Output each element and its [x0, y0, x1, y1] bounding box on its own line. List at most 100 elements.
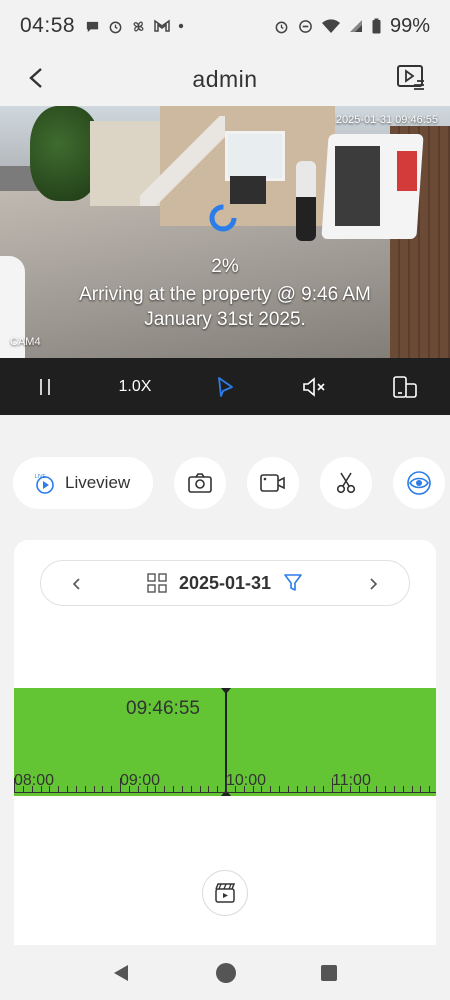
svg-text:LIVE: LIVE	[35, 474, 47, 480]
loading-spinner-icon	[209, 204, 237, 232]
zoom-button[interactable]: 1.0X	[115, 370, 155, 404]
timeline-tick	[173, 786, 174, 792]
timeline-tick	[385, 786, 386, 792]
chat-icon	[86, 21, 99, 32]
timeline-tick	[287, 786, 289, 792]
zoom-level: 1.0X	[118, 377, 152, 395]
liveview-button[interactable]: LIVE Liveview	[13, 456, 153, 509]
app-header: admin	[0, 52, 450, 106]
video-caption-line1: Arriving at the property @ 9:46 AM	[79, 284, 371, 305]
timeline-hour-label: 09:00	[120, 772, 161, 789]
mute-button[interactable]	[295, 370, 335, 404]
timeline-tick	[75, 786, 77, 792]
date-selector[interactable]: 2025-01-31	[40, 560, 410, 606]
back-nav-icon[interactable]	[112, 963, 132, 983]
status-time: 04:58	[20, 14, 76, 37]
camera-icon	[188, 472, 212, 493]
timeline[interactable]: 09:46:55 08:00 09:00 10:00 11:00	[14, 688, 436, 796]
timeline-tick	[67, 786, 68, 792]
timeline-hour-label: 11:00	[332, 772, 371, 789]
back-button[interactable]	[22, 64, 50, 92]
alarm-icon	[109, 21, 122, 33]
timeline-tick	[58, 786, 60, 792]
chevron-left-icon	[29, 68, 42, 88]
timeline-tick	[93, 786, 95, 792]
video-caption-line2: January 31st 2025.	[144, 309, 306, 330]
video-timestamp: 2025-01-31 09:46:55	[335, 114, 438, 126]
timeline-tick	[393, 786, 395, 792]
timeline-tick	[164, 786, 166, 792]
rotate-screen-button[interactable]	[385, 370, 425, 404]
record-button[interactable]	[247, 456, 299, 509]
playback-controls: 1.0X	[0, 358, 450, 415]
fan-icon	[133, 21, 144, 31]
timeline-tick	[402, 786, 404, 792]
timeline-tick	[102, 786, 104, 792]
clapperboard-icon	[215, 883, 236, 903]
battery-icon	[372, 18, 381, 34]
snapshot-button[interactable]	[174, 456, 226, 509]
video-record-icon	[260, 473, 285, 492]
timeline-tick	[323, 786, 325, 792]
timeline-current-time: 09:46:55	[126, 698, 200, 719]
timeline-tick	[296, 786, 298, 792]
action-toolbar: LIVE Liveview	[0, 455, 450, 510]
play-mode-button[interactable]	[205, 370, 245, 404]
loading-progress: 2%	[211, 256, 239, 277]
mute-icon	[303, 376, 325, 397]
timeline-tick	[190, 786, 192, 792]
timeline-tick	[411, 786, 413, 792]
timeline-tick	[376, 786, 378, 792]
timeline-tick	[199, 786, 201, 792]
timeline-tick	[420, 786, 422, 792]
scissors-icon	[336, 472, 356, 493]
timeline-tick	[429, 786, 431, 792]
playlist-icon	[397, 65, 424, 90]
filter-icon[interactable]	[283, 573, 303, 593]
pause-button[interactable]	[25, 370, 65, 404]
prev-day-icon[interactable]	[67, 574, 87, 594]
dnd-icon	[299, 19, 312, 33]
recents-nav-icon[interactable]	[320, 964, 338, 982]
page-title: admin	[192, 65, 258, 92]
camera-name: CAM4	[10, 336, 41, 348]
android-nav-bar	[0, 945, 450, 1000]
grid-icon[interactable]	[147, 573, 167, 593]
alarm-icon	[275, 21, 288, 33]
playlist-button[interactable]	[396, 63, 426, 93]
timeline-tick	[111, 786, 113, 792]
live-play-icon: LIVE	[35, 474, 54, 494]
video-player[interactable]: 2025-01-31 09:46:55 2% Arriving at the p…	[0, 106, 450, 358]
timeline-tick	[279, 786, 280, 792]
view-mode-button[interactable]	[393, 456, 445, 509]
status-bar: 04:58 99%	[0, 0, 450, 52]
timeline-tick	[305, 786, 307, 792]
timeline-hour-label: 08:00	[14, 772, 55, 789]
status-right-icons: 99%	[274, 15, 430, 38]
timeline-tick	[84, 786, 86, 792]
rotate-screen-icon	[393, 375, 417, 398]
eye-icon	[407, 470, 431, 495]
wifi-icon	[321, 18, 340, 33]
play-icon	[218, 376, 233, 397]
gmail-icon	[154, 19, 170, 32]
clips-button[interactable]	[202, 870, 248, 916]
timeline-tick	[181, 786, 183, 792]
timeline-tick	[270, 786, 272, 792]
signal-icon	[349, 20, 362, 32]
timeline-hour-label: 10:00	[226, 772, 267, 789]
status-left-icons	[85, 19, 184, 34]
dot-icon	[178, 23, 184, 29]
pause-icon	[40, 378, 50, 395]
timeline-tick	[217, 786, 219, 792]
battery-percent: 99%	[389, 14, 430, 37]
selected-date: 2025-01-31	[178, 572, 272, 593]
cursor-top-marker-icon	[221, 688, 231, 694]
timeline-tick	[314, 786, 316, 792]
clip-cut-button[interactable]	[320, 456, 372, 509]
home-nav-icon[interactable]	[215, 962, 237, 984]
next-day-icon[interactable]	[363, 574, 383, 594]
timeline-tick	[208, 786, 210, 792]
playback-panel: 2025-01-31 09:46:55 08:00 09:00 10:00 11…	[14, 540, 436, 960]
liveview-label: Liveview	[65, 472, 131, 492]
